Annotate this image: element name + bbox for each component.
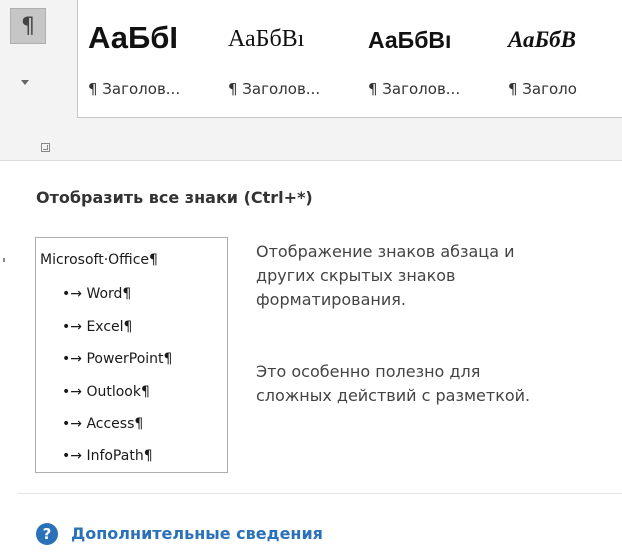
preview-item: •→ Excel¶ xyxy=(62,319,133,335)
style-name: ¶ Заголо xyxy=(508,80,577,98)
ribbon: ¶ АаБбI ¶ Заголов... АаБбВı ¶ Заголов...… xyxy=(0,0,622,160)
help-glyph: ? xyxy=(42,525,52,543)
style-heading-1[interactable]: АаБбI ¶ Заголов... xyxy=(78,0,218,117)
help-icon[interactable]: ? xyxy=(36,523,58,545)
preview-item: •→ InfoPath¶ xyxy=(62,448,153,464)
more-info-link[interactable]: Дополнительные сведения xyxy=(71,524,323,543)
description-line: других скрытых знаков xyxy=(256,266,456,285)
tooltip-description: Отображение знаков абзаца и других скрыт… xyxy=(256,240,616,312)
preview-item: •→ PowerPoint¶ xyxy=(62,351,173,367)
note-line: Это особенно полезно для xyxy=(256,362,481,381)
style-name: ¶ Заголов... xyxy=(368,80,461,98)
style-heading-2[interactable]: АаБбВı ¶ Заголов... xyxy=(218,0,358,117)
formatting-marks-preview: Microsoft·Office¶ •→ Word¶ •→ Excel¶ •→ … xyxy=(35,237,228,473)
preview-header: Microsoft·Office¶ xyxy=(40,252,158,268)
description-line: Отображение знаков абзаца и xyxy=(256,242,515,261)
tooltip-note: Это особенно полезно для сложных действи… xyxy=(256,360,616,408)
preview-item: •→ Access¶ xyxy=(62,416,144,432)
style-sample: АаБбВı xyxy=(368,27,452,53)
style-sample: АаБбВı xyxy=(228,26,305,52)
pilcrow-icon: ¶ xyxy=(21,13,35,39)
dialog-launcher-icon[interactable] xyxy=(41,143,50,152)
window-edge-mark xyxy=(3,258,5,262)
preview-item: •→ Outlook¶ xyxy=(62,384,150,400)
chevron-down-icon[interactable] xyxy=(21,80,29,85)
style-heading-4[interactable]: АаБбВ ¶ Заголо xyxy=(498,0,622,117)
style-sample: АаБбI xyxy=(88,20,179,55)
tooltip-title: Отобразить все знаки (Ctrl+*) xyxy=(36,188,313,207)
styles-gallery: АаБбI ¶ Заголов... АаБбВı ¶ Заголов... А… xyxy=(77,0,622,118)
note-line: сложных действий с разметкой. xyxy=(256,386,531,405)
style-heading-3[interactable]: АаБбВı ¶ Заголов... xyxy=(358,0,498,117)
style-name: ¶ Заголов... xyxy=(88,80,181,98)
style-sample: АаБбВ xyxy=(508,27,576,52)
preview-item: •→ Word¶ xyxy=(62,286,132,302)
show-all-marks-button[interactable]: ¶ xyxy=(10,8,46,44)
divider xyxy=(18,493,622,494)
tooltip-panel: Отобразить все знаки (Ctrl+*) Microsoft·… xyxy=(0,160,622,560)
style-name: ¶ Заголов... xyxy=(228,80,321,98)
description-line: форматирования. xyxy=(256,290,406,309)
